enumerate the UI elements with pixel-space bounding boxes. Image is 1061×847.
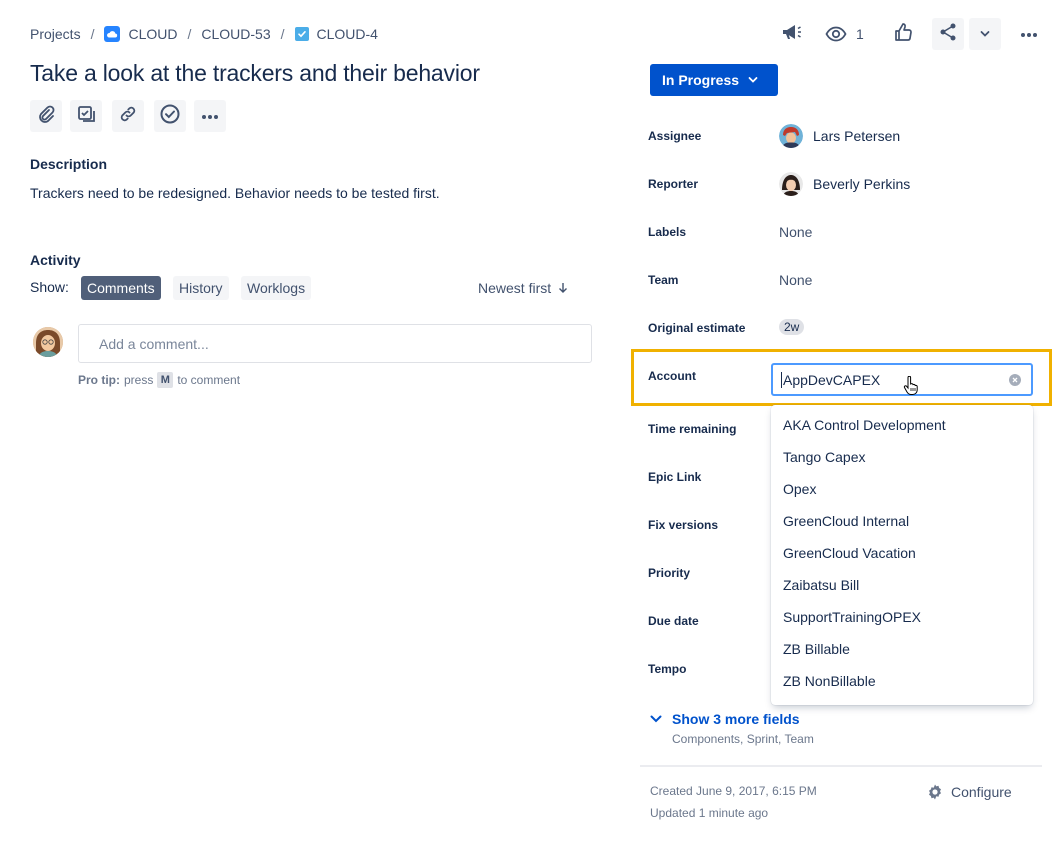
breadcrumb-separator: / xyxy=(187,26,192,42)
chevron-down-icon xyxy=(980,25,990,43)
task-checkbox-icon xyxy=(294,27,309,41)
add-child-issue-button[interactable] xyxy=(70,100,102,132)
team-label: Team xyxy=(648,273,679,287)
description-text[interactable]: Trackers need to be redesigned. Behavior… xyxy=(30,185,440,201)
original-estimate-label: Original estimate xyxy=(648,321,746,335)
show-label: Show: xyxy=(30,279,69,295)
assignee-label: Assignee xyxy=(648,129,702,143)
tab-worklogs[interactable]: Worklogs xyxy=(241,276,312,300)
tab-comments[interactable]: Comments xyxy=(81,276,161,300)
share-icon xyxy=(938,22,958,47)
chevron-down-icon xyxy=(650,715,662,723)
tempo-label: Tempo xyxy=(648,662,687,676)
link-issue-button[interactable] xyxy=(112,100,144,132)
show-more-fields-button[interactable]: Show 3 more fields xyxy=(650,711,800,727)
paperclip-icon xyxy=(36,104,56,129)
account-option[interactable]: ZB Billable xyxy=(771,633,1033,665)
labels-field[interactable]: None xyxy=(779,224,812,240)
account-option[interactable]: ZB NonBillable xyxy=(771,665,1033,697)
account-select-input[interactable]: AppDevCAPEX xyxy=(771,363,1033,396)
account-option[interactable]: GreenCloud Internal xyxy=(771,505,1033,537)
activity-heading: Activity xyxy=(30,252,81,268)
reporter-label: Reporter xyxy=(648,177,699,191)
share-button[interactable] xyxy=(932,18,964,50)
breadcrumb: Projects / CLOUD / CLOUD-53 / CLOUD-4 xyxy=(30,24,378,44)
watch-count: 1 xyxy=(856,26,864,42)
like-button[interactable] xyxy=(890,18,916,50)
attach-button[interactable] xyxy=(30,100,62,132)
clear-icon[interactable] xyxy=(1009,374,1021,386)
time-remaining-label: Time remaining xyxy=(648,422,737,436)
pro-tip: Pro tip: press M to comment xyxy=(78,372,241,388)
issue-title[interactable]: Take a look at the trackers and their be… xyxy=(30,60,480,87)
account-option[interactable]: Opex xyxy=(771,473,1033,505)
account-option[interactable]: AKA Control Development xyxy=(771,409,1033,441)
avatar xyxy=(779,172,803,196)
cloud-project-icon xyxy=(104,26,121,42)
comment-input[interactable]: Add a comment... xyxy=(78,324,592,363)
assignee-field[interactable]: Lars Petersen xyxy=(779,124,900,148)
hand-cursor-icon xyxy=(903,375,919,399)
breadcrumb-issue[interactable]: CLOUD-4 xyxy=(294,26,378,42)
breadcrumb-projects[interactable]: Projects xyxy=(30,26,81,42)
avatar xyxy=(779,124,803,148)
priority-label: Priority xyxy=(648,566,691,580)
watch-button[interactable]: 1 xyxy=(825,18,865,50)
feedback-button[interactable] xyxy=(778,18,804,50)
sort-toggle[interactable]: Newest first xyxy=(478,280,568,296)
account-option[interactable]: GreenCloud Vacation xyxy=(771,537,1033,569)
check-circle-icon xyxy=(159,103,181,130)
updated-timestamp: Updated 1 minute ago xyxy=(650,806,769,820)
more-fields-list: Components, Sprint, Team xyxy=(672,732,814,746)
thumbs-up-icon xyxy=(893,22,913,47)
chevron-down-icon xyxy=(748,76,758,84)
account-option[interactable]: SupportTrainingOPEX xyxy=(771,601,1033,633)
due-date-label: Due date xyxy=(648,614,699,628)
tab-history[interactable]: History xyxy=(173,276,229,300)
link-icon xyxy=(118,104,138,129)
breadcrumb-separator: / xyxy=(90,26,95,42)
text-cursor xyxy=(781,371,782,388)
arrow-down-icon xyxy=(558,282,568,294)
labels-label: Labels xyxy=(648,225,687,239)
share-dropdown-button[interactable] xyxy=(969,18,1001,50)
breadcrumb-project[interactable]: CLOUD xyxy=(104,26,177,42)
more-dots-icon xyxy=(1019,25,1039,43)
configure-button[interactable]: Configure xyxy=(926,783,1012,801)
original-estimate-field[interactable]: 2w xyxy=(779,319,805,335)
fix-versions-label: Fix versions xyxy=(648,518,719,532)
avatar xyxy=(33,327,63,357)
account-label: Account xyxy=(648,369,696,383)
status-transition-button[interactable]: In Progress xyxy=(650,64,778,96)
gear-icon xyxy=(926,783,944,801)
megaphone-icon xyxy=(780,22,802,47)
account-option[interactable]: Zaibatsu Bill xyxy=(771,569,1033,601)
eye-icon xyxy=(825,26,847,42)
reporter-field[interactable]: Beverly Perkins xyxy=(779,172,910,196)
account-option[interactable]: Tango Capex xyxy=(771,441,1033,473)
epic-link-label: Epic Link xyxy=(648,470,702,484)
team-field[interactable]: None xyxy=(779,272,812,288)
more-options-button[interactable] xyxy=(1014,18,1044,50)
keyboard-shortcut-key: M xyxy=(157,372,174,388)
divider xyxy=(640,765,1042,767)
approve-button[interactable] xyxy=(154,100,186,132)
breadcrumb-epic[interactable]: CLOUD-53 xyxy=(201,26,270,42)
account-dropdown-menu: AKA Control Development Tango Capex Opex… xyxy=(771,405,1033,705)
breadcrumb-separator: / xyxy=(280,26,285,42)
estimate-lozenge: 2w xyxy=(779,319,805,335)
more-actions-button[interactable] xyxy=(194,100,226,132)
created-timestamp: Created June 9, 2017, 6:15 PM xyxy=(650,784,817,798)
description-heading: Description xyxy=(30,156,108,172)
subtask-icon xyxy=(76,104,96,129)
more-dots-icon xyxy=(200,107,220,125)
